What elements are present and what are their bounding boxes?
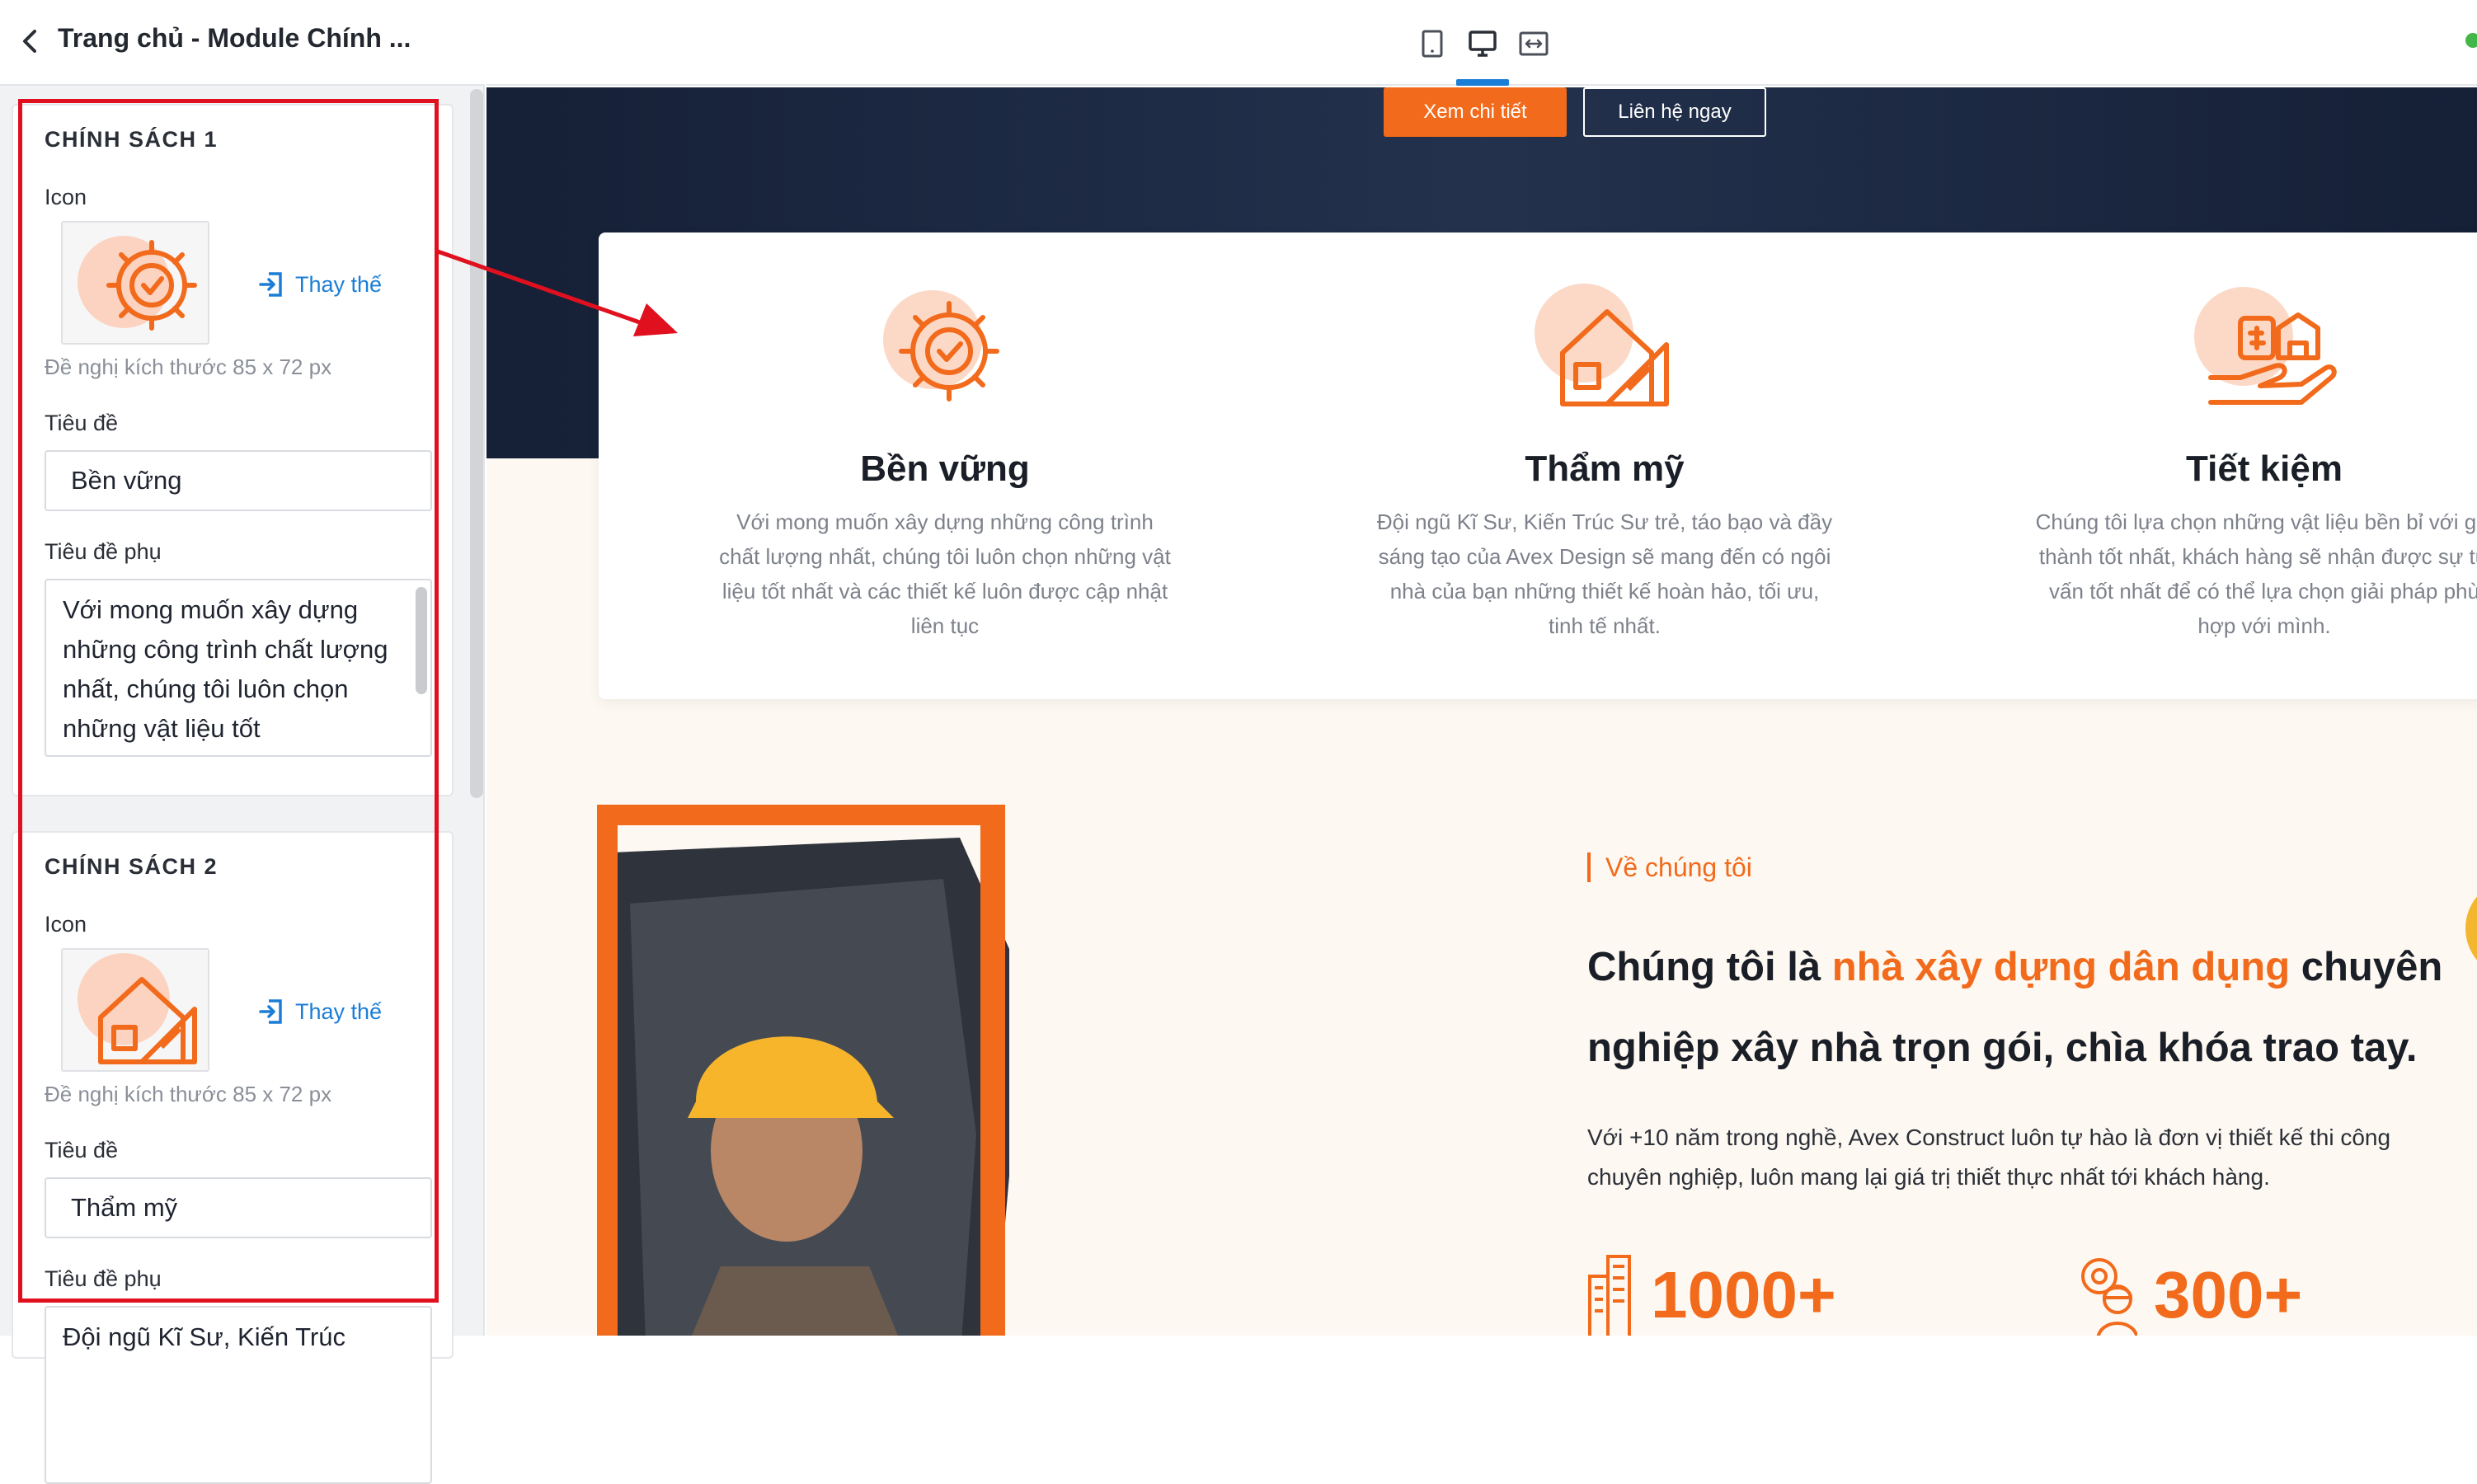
section-heading: CHÍNH SÁCH 2 [45,854,219,879]
about-paragraph: Với +10 năm trong nghề, Avex Construct l… [1587,1125,2391,1190]
device-tablet-button[interactable] [1412,23,1453,64]
gear-check-icon [883,290,999,402]
feature-description: Chúng tôi lựa chọn những vật liệu bền bỉ… [2035,510,2477,638]
worker-photo [597,805,1009,1336]
replace-icon [259,272,282,297]
device-fullwidth-button[interactable] [1513,23,1554,64]
size-hint: Đề nghị kích thước 85 x 72 px [45,355,332,379]
subtitle-textarea[interactable]: Đội ngũ Kĩ Sư, Kiến Trúc [45,1306,432,1484]
editor-panel: Trang chủ - Module Chính ... CHÍNH SÁCH … [0,0,485,1484]
stat-value: 300+ [2154,1258,2303,1331]
editor-header: Trang chủ - Module Chính ... [0,0,485,86]
hero-secondary-button[interactable]: Liên hệ ngay [1583,87,1766,137]
title-input[interactable] [45,1177,432,1238]
policy-card-1: CHÍNH SÁCH 1 Icon Thay thế Đề nghị kích … [12,104,454,796]
icon-thumbnail[interactable] [61,221,209,345]
back-button[interactable] [12,23,48,59]
house-ruler-icon [1535,284,1669,406]
size-hint: Đề nghị kích thước 85 x 72 px [45,1082,332,1106]
desktop-icon [1469,31,1497,57]
stat-item: 1000+ [1585,1252,1836,1336]
heading-highlight: nhà xây dựng dân dụng [1831,945,2291,989]
feature-title: Bền vững [860,448,1030,489]
policy-card-2: CHÍNH SÁCH 2 Icon Thay thế Đề nghị kích … [12,831,454,1484]
replace-icon [259,999,282,1024]
about-tag: Về chúng tôi [1587,852,1752,882]
policy-features: Bền vững Với mong muốn xây dựng những cô… [599,232,2477,699]
feature-description: Đội ngũ Kĩ Sư, Kiến Trúc Sư trẻ, táo bạo… [1376,510,1833,638]
buildings-icon [1588,1255,1631,1336]
feature-title: Tiết kiệm [2186,448,2343,489]
active-device-indicator [1456,79,1509,86]
replace-button[interactable]: Thay thế [257,270,382,298]
chevron-left-icon [23,30,36,53]
subtitle-textarea[interactable]: Với mong muốn xây dựng những công trình … [45,579,432,757]
subtitle-label: Tiêu đề phụ [45,539,162,564]
stat-item: 300+ [2080,1252,2302,1336]
preview-toolbar [486,0,2477,86]
title-label: Tiêu đề [45,411,119,435]
replace-label: Thay thế [295,271,383,297]
gear-check-icon [78,236,197,331]
device-desktop-button[interactable] [1462,23,1503,64]
icon-label: Icon [45,912,87,937]
feature-description: Với mong muốn xây dựng những công trình … [719,510,1171,638]
fullwidth-icon [1519,31,1549,56]
icon-thumbnail[interactable] [61,948,209,1072]
money-hand-icon [2194,287,2337,405]
feature-title: Thẩm mỹ [1525,448,1685,489]
site-preview: Xem chi tiết Liên hệ ngay Bền vững Với m… [486,87,2477,1336]
title-input[interactable] [45,450,432,511]
hero-primary-button[interactable]: Xem chi tiết [1384,87,1567,137]
title-label: Tiêu đề [45,1138,119,1162]
panel-title: Trang chủ - Module Chính ... [58,23,411,53]
subtitle-label: Tiêu đề phụ [45,1266,162,1291]
replace-button[interactable]: Thay thế [257,998,382,1026]
replace-label: Thay thế [295,998,383,1024]
status-indicator [2465,33,2477,48]
about-heading: Chúng tôi là nhà xây dựng dân dụng chuyê… [1587,927,2477,1088]
tablet-icon [1422,30,1443,58]
section-heading: CHÍNH SÁCH 1 [45,127,219,152]
icon-label: Icon [45,185,87,209]
house-ruler-icon [78,953,197,1064]
stat-value: 1000+ [1651,1258,1836,1331]
textarea-scrollbar[interactable] [416,587,427,694]
heading-part: Chúng tôi là [1587,945,1832,989]
panel-scrollbar[interactable] [470,89,483,798]
engineer-gear-icon [2081,1258,2137,1336]
